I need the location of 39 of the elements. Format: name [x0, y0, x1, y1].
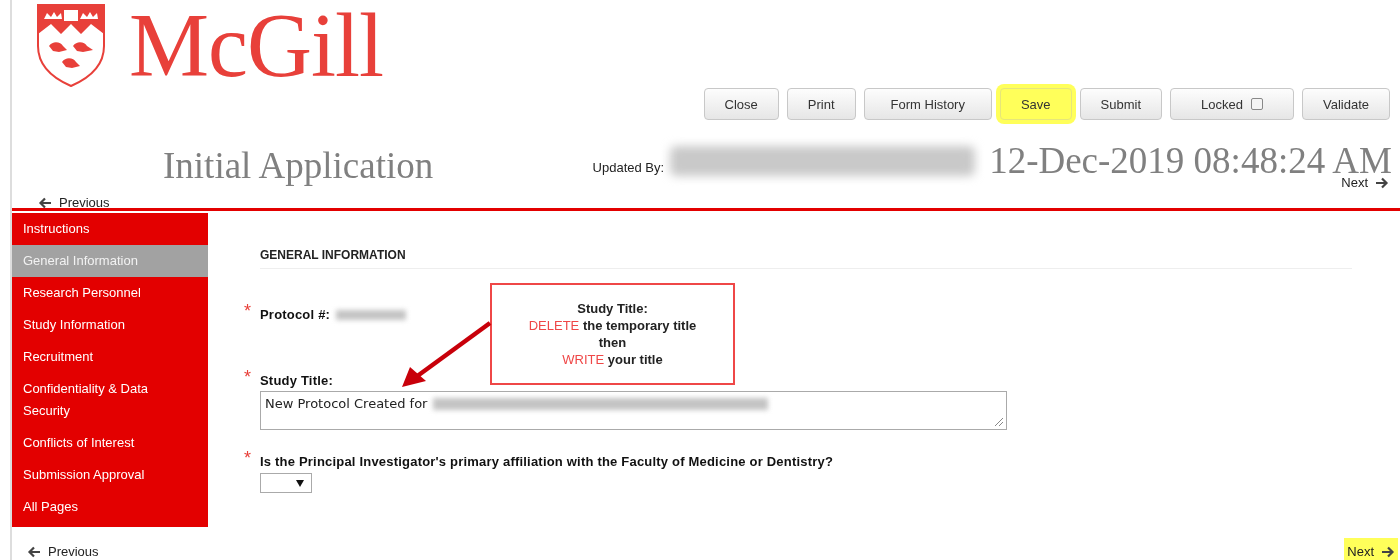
required-marker: * — [244, 367, 251, 388]
field-label: Protocol #: — [260, 307, 331, 322]
study-title-field[interactable]: New Protocol Created for — [260, 391, 1007, 430]
field-label: Is the Principal Investigator's primary affiliation with the Faculty of Medicine or Dentistry? — [260, 454, 835, 469]
toolbar-button[interactable]: Form History — [863, 88, 992, 120]
sidebar-item[interactable]: Confidentiality & Data Security — [12, 373, 208, 427]
caret-icon — [296, 479, 304, 487]
blurred-value — [336, 309, 407, 320]
sidebar-item[interactable]: All Pages — [12, 491, 208, 523]
sidebar-item[interactable]: Study Information — [12, 309, 208, 341]
dropdown[interactable] — [260, 473, 312, 493]
right-arrow-icon — [1381, 544, 1395, 559]
sidebar-item[interactable]: Instructions — [12, 213, 208, 245]
callout-text: Study Title: DELETE the temporary title then WRITE your title — [528, 300, 697, 368]
left-arrow-icon — [27, 544, 41, 559]
resize-grip-icon[interactable] — [994, 417, 1004, 427]
checkbox[interactable] — [1251, 98, 1263, 110]
toolbar-button[interactable]: Validate — [1302, 88, 1390, 120]
updated-by-label: Updated By: — [592, 160, 665, 175]
required-marker: * — [244, 301, 251, 322]
toolbar-button[interactable]: Close — [703, 88, 779, 120]
required-marker: * — [244, 448, 251, 469]
toolbar-button[interactable]: Submit — [1079, 88, 1163, 120]
form-title: Initial Application — [163, 144, 435, 187]
previous-link[interactable]: Previous — [24, 538, 102, 560]
crest-logo-icon — [35, 2, 107, 90]
sidebar-item[interactable]: Submission Approval — [12, 459, 208, 491]
right-arrow-icon — [1375, 175, 1389, 190]
sidebar-item[interactable]: Recruitment — [12, 341, 208, 373]
next-link[interactable]: Next — [1344, 538, 1398, 560]
university-wordmark: McGill — [129, 1, 383, 91]
sidebar-item[interactable]: Research Personnel — [12, 277, 208, 309]
previous-link[interactable]: Previous — [35, 193, 113, 212]
sidebar-item[interactable]: Conflicts of Interest — [12, 427, 208, 459]
toolbar-button[interactable]: Print — [786, 88, 856, 120]
field-label: Study Title: — [260, 373, 334, 388]
section-heading: GENERAL INFORMATION — [260, 248, 1352, 269]
locked-toggle-button[interactable]: Locked — [1170, 88, 1294, 120]
left-arrow-icon — [38, 195, 52, 210]
